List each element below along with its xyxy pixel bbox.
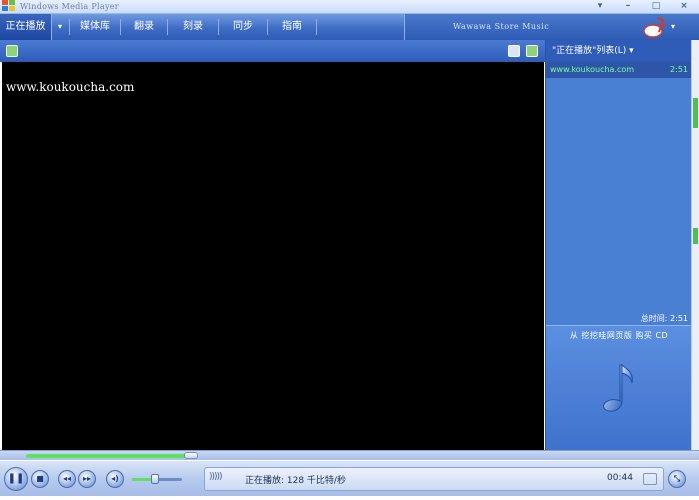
tab-divider	[316, 19, 317, 35]
window-controls: ▾ – □ ×	[595, 0, 689, 13]
video-toolbar	[0, 40, 545, 62]
fullscreen-icon[interactable]	[508, 45, 520, 57]
enhancements-icon[interactable]	[526, 45, 538, 57]
album-info-panel: 从 挖挖哇网页版 购买 CD	[546, 325, 692, 452]
playlist-item-duration: 2:51	[670, 65, 688, 74]
playlist-header[interactable]: "正在播放"列表(L) ▾	[546, 40, 692, 62]
volume-thumb[interactable]	[151, 474, 159, 484]
title-bar: Windows Media Player ▾ – □ ×	[0, 0, 699, 14]
tab-burn[interactable]: 刻录	[168, 14, 218, 40]
maximize-button[interactable]: □	[651, 0, 661, 13]
tab-guide[interactable]: 指南	[268, 14, 316, 40]
video-overlay-text: www.koukoucha.com	[6, 80, 135, 94]
right-edge-scrollbar[interactable]	[691, 40, 699, 452]
now-playing-list-pane: "正在播放"列表(L) ▾ www.koukoucha.com 2:51 总时间…	[545, 40, 692, 452]
edge-marker	[693, 98, 698, 128]
playlist-item[interactable]: www.koukoucha.com 2:51	[546, 62, 692, 78]
compact-mode-icon[interactable]	[643, 473, 657, 485]
signal-bars-icon: )))))	[209, 472, 223, 482]
stop-button[interactable]: ■	[31, 470, 49, 488]
video-display[interactable]: www.koukoucha.com	[2, 62, 544, 450]
status-panel: ))))) 正在播放: 128 千比特/秒 00:44	[204, 467, 664, 491]
tab-library[interactable]: 媒体库	[70, 14, 120, 40]
music-note-icon	[603, 363, 633, 412]
media-player-window: Windows Media Player ▾ – □ × 正在播放 ▾ 媒体库 …	[0, 0, 699, 500]
show-menu-icon[interactable]	[6, 45, 18, 57]
online-store-selector[interactable]: Wawawa Store Music ▾	[404, 14, 699, 40]
seek-bar[interactable]	[0, 450, 699, 460]
bottom-strip	[0, 496, 699, 500]
transport-controls: ❚❚ ■ ◂◂ ▸▸ ◂) ))))) 正在播放: 128 千比特/秒 00:4…	[0, 460, 699, 496]
pause-button[interactable]: ❚❚	[4, 467, 28, 491]
switch-to-skin-button[interactable]: ⤡	[668, 470, 686, 488]
elapsed-time: 00:44	[607, 473, 633, 483]
task-tab-bar: 正在播放 ▾ 媒体库 翻录 刻录 同步 指南 Wawawa Store Musi…	[0, 14, 699, 40]
previous-button[interactable]: ◂◂	[58, 470, 76, 488]
close-button[interactable]: ×	[679, 0, 689, 13]
next-button[interactable]: ▸▸	[78, 470, 96, 488]
playlist-item-title: www.koukoucha.com	[550, 65, 635, 74]
window-menu-button[interactable]: ▾	[595, 0, 605, 13]
store-dropdown-icon: ▾	[671, 22, 676, 31]
now-playing-dropdown-icon[interactable]: ▾	[52, 14, 68, 40]
tab-rip[interactable]: 翻录	[121, 14, 167, 40]
edge-marker	[693, 228, 698, 244]
seek-thumb[interactable]	[184, 452, 198, 459]
seek-progress	[26, 454, 186, 458]
status-text: 正在播放: 128 千比特/秒	[245, 476, 346, 486]
minimize-button[interactable]: –	[623, 0, 633, 13]
window-title: Windows Media Player	[20, 2, 119, 11]
tab-sync[interactable]: 同步	[219, 14, 267, 40]
tab-now-playing[interactable]: 正在播放	[0, 14, 52, 40]
buy-cd-link[interactable]: 从 挖挖哇网页版 购买 CD	[546, 330, 692, 341]
windows-logo-icon	[2, 0, 16, 13]
store-name: Wawawa Store Music	[453, 22, 550, 31]
store-logo-icon	[643, 17, 666, 38]
mute-button[interactable]: ◂)	[106, 470, 124, 488]
total-time: 总时间: 2:51	[640, 314, 688, 323]
